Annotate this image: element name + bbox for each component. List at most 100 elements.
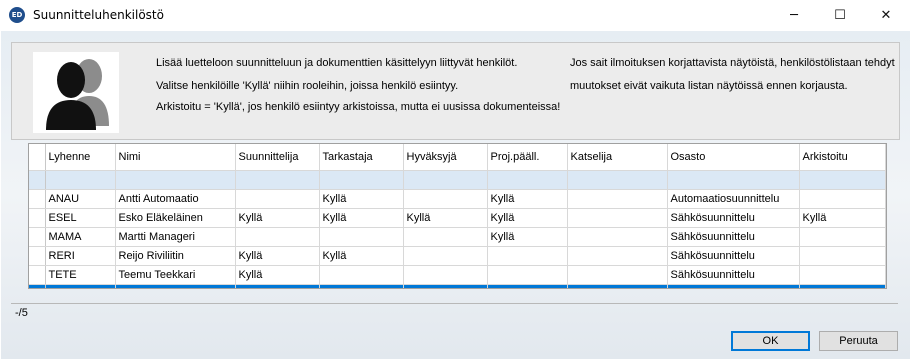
table-cell[interactable]	[487, 284, 568, 288]
column-header[interactable]: Hyväksyjä	[403, 144, 488, 171]
column-header[interactable]: Lyhenne	[45, 144, 116, 171]
table-cell[interactable]: Kyllä	[235, 246, 320, 266]
table-cell[interactable]	[567, 284, 668, 288]
table-cell[interactable]	[799, 227, 886, 247]
table-cell[interactable]	[799, 189, 886, 209]
table-cell[interactable]: Sähkösuunnittelu	[667, 246, 800, 266]
table-row[interactable]: TETE Teemu Teekkari Kyllä Sähkösuunnitte…	[29, 265, 886, 285]
app-icon: ED	[9, 7, 25, 23]
table-cell[interactable]	[799, 246, 886, 266]
row-header[interactable]	[29, 227, 46, 247]
maximize-button[interactable]: ☐	[817, 0, 863, 31]
column-header[interactable]: Arkistoitu	[799, 144, 886, 171]
table-cell[interactable]: Sähkösuunnittelu	[667, 227, 800, 247]
table-cell[interactable]: Martti Manageri	[115, 227, 236, 247]
table-cell[interactable]	[487, 246, 568, 266]
table-cell[interactable]: Kyllä	[319, 208, 404, 228]
column-header[interactable]: Nimi	[115, 144, 236, 171]
table-cell[interactable]	[45, 170, 116, 190]
column-header[interactable]: Proj.pääll.	[487, 144, 568, 171]
table-header-row: Lyhenne Nimi Suunnittelija Tarkastaja Hy…	[29, 144, 886, 171]
table-cell[interactable]	[115, 284, 236, 288]
table-cell[interactable]: Reijo Riviliitin	[115, 246, 236, 266]
table-cell[interactable]	[235, 227, 320, 247]
table-cell[interactable]	[235, 189, 320, 209]
table-cell[interactable]	[567, 208, 668, 228]
table-cell[interactable]	[403, 246, 488, 266]
table-cell[interactable]: Automaatiosuunnittelu	[667, 189, 800, 209]
column-header[interactable]: Osasto	[667, 144, 800, 171]
column-header[interactable]: Tarkastaja	[319, 144, 404, 171]
table-cell[interactable]: Kyllä	[487, 189, 568, 209]
table-cell[interactable]: Sähkösuunnittelu	[667, 265, 800, 285]
table-cell[interactable]	[799, 170, 886, 190]
note-line-1: Jos sait ilmoituksen korjattavista näytö…	[570, 57, 895, 69]
info-line-2: Valitse henkilöille 'Kyllä' niihin roole…	[156, 80, 459, 92]
table-cell[interactable]: Kyllä	[235, 208, 320, 228]
table-cell[interactable]	[319, 170, 404, 190]
table-cell[interactable]: Kyllä	[319, 189, 404, 209]
table-cell[interactable]: Kyllä	[799, 208, 886, 228]
row-header[interactable]	[29, 246, 46, 266]
table-cell[interactable]	[235, 170, 320, 190]
table-cell[interactable]	[667, 170, 800, 190]
table-cell[interactable]: TETE	[45, 265, 116, 285]
table-row[interactable]: RERI Reijo Riviliitin Kyllä Kyllä Sähkös…	[29, 246, 886, 266]
table-cell[interactable]: Teemu Teekkari	[115, 265, 236, 285]
table-cell[interactable]: RERI	[45, 246, 116, 266]
personnel-grid[interactable]: Lyhenne Nimi Suunnittelija Tarkastaja Hy…	[28, 143, 887, 289]
table-cell[interactable]	[319, 227, 404, 247]
personnel-table: Lyhenne Nimi Suunnittelija Tarkastaja Hy…	[29, 144, 886, 288]
table-cell[interactable]	[319, 265, 404, 285]
table-cell[interactable]	[45, 284, 116, 288]
table-cell[interactable]	[403, 284, 488, 288]
window-title: Suunnitteluhenkilöstö	[33, 8, 164, 22]
table-cell[interactable]	[567, 246, 668, 266]
info-line-3: Arkistoitu = 'Kyllä', jos henkilö esiint…	[156, 101, 561, 113]
table-cell[interactable]	[403, 227, 488, 247]
table-cell[interactable]	[319, 284, 404, 288]
empty-row[interactable]	[29, 170, 886, 190]
table-cell[interactable]: MAMA	[45, 227, 116, 247]
table-row[interactable]: MAMA Martti Manageri Kyllä Sähkösuunnitt…	[29, 227, 886, 247]
row-header[interactable]	[29, 265, 46, 285]
table-cell[interactable]	[799, 284, 886, 288]
cancel-button[interactable]: Peruuta	[819, 331, 898, 351]
table-cell[interactable]: Kyllä	[403, 208, 488, 228]
table-row[interactable]: ANAU Antti Automaatio Kyllä Kyllä Automa…	[29, 189, 886, 209]
table-cell[interactable]: Sähkösuunnittelu	[667, 208, 800, 228]
table-cell[interactable]	[667, 284, 800, 288]
new-row-selected[interactable]	[29, 284, 886, 288]
table-cell[interactable]	[799, 265, 886, 285]
column-header[interactable]: Suunnittelija	[235, 144, 320, 171]
table-cell[interactable]	[403, 170, 488, 190]
row-header[interactable]	[29, 284, 46, 288]
table-cell[interactable]	[567, 170, 668, 190]
table-cell[interactable]	[403, 265, 488, 285]
minimize-button[interactable]: ─	[771, 0, 817, 31]
table-cell[interactable]	[567, 227, 668, 247]
table-cell[interactable]	[487, 265, 568, 285]
table-cell[interactable]: Kyllä	[487, 227, 568, 247]
table-cell[interactable]	[487, 170, 568, 190]
table-cell[interactable]: Kyllä	[487, 208, 568, 228]
status-bar: -/5	[11, 303, 898, 322]
close-button[interactable]: ✕	[863, 0, 909, 31]
table-cell[interactable]: Kyllä	[235, 265, 320, 285]
ok-button[interactable]: OK	[731, 331, 810, 351]
table-cell[interactable]	[567, 265, 668, 285]
column-header[interactable]: Katselija	[567, 144, 668, 171]
table-cell[interactable]	[115, 170, 236, 190]
table-cell[interactable]: Esko Eläkeläinen	[115, 208, 236, 228]
row-header[interactable]	[29, 208, 46, 228]
table-cell[interactable]	[235, 284, 320, 288]
table-cell[interactable]: ESEL	[45, 208, 116, 228]
table-row[interactable]: ESEL Esko Eläkeläinen Kyllä Kyllä Kyllä …	[29, 208, 886, 228]
row-header	[29, 170, 46, 190]
table-cell[interactable]: ANAU	[45, 189, 116, 209]
row-header[interactable]	[29, 189, 46, 209]
table-cell[interactable]	[567, 189, 668, 209]
table-cell[interactable]: Kyllä	[319, 246, 404, 266]
table-cell[interactable]	[403, 189, 488, 209]
table-cell[interactable]: Antti Automaatio	[115, 189, 236, 209]
